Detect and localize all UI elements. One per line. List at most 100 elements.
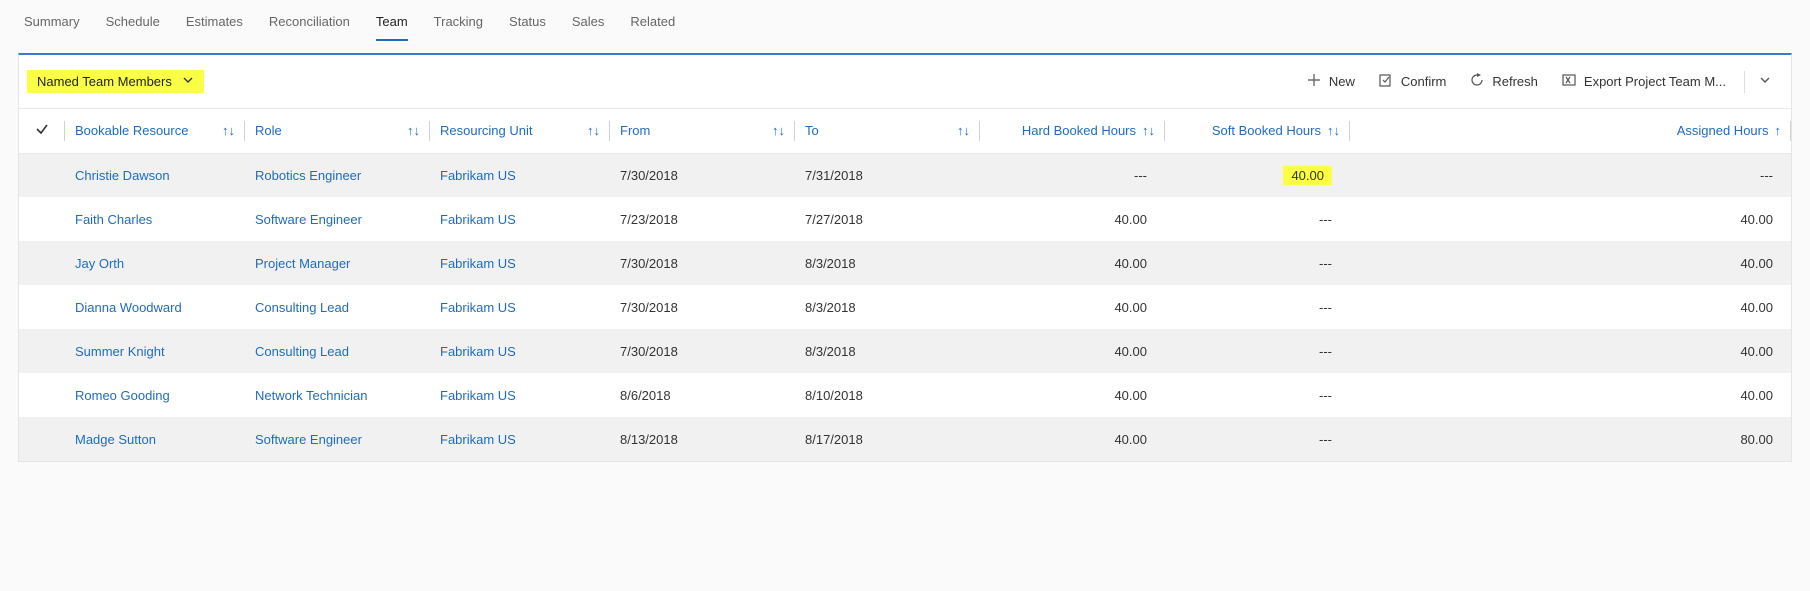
- col-from-label: From: [620, 123, 650, 138]
- export-button[interactable]: Export Project Team M...: [1550, 69, 1738, 94]
- tab-related[interactable]: Related: [630, 10, 675, 41]
- new-button[interactable]: New: [1295, 69, 1367, 94]
- col-role[interactable]: Role ↑↓: [245, 109, 430, 153]
- col-assigned-label: Assigned Hours: [1677, 123, 1769, 138]
- cell-hard: ---: [980, 153, 1165, 197]
- sort-icon: ↑: [1769, 123, 1782, 138]
- cell-unit[interactable]: Fabrikam US: [430, 241, 610, 285]
- cell-role[interactable]: Robotics Engineer: [245, 153, 430, 197]
- col-role-label: Role: [255, 123, 282, 138]
- cell-to: 7/27/2018: [795, 197, 980, 241]
- sort-icon: ↑↓: [766, 123, 785, 138]
- cell-to: 8/3/2018: [795, 329, 980, 373]
- cell-resource[interactable]: Jay Orth: [65, 241, 245, 285]
- table-row[interactable]: Dianna WoodwardConsulting LeadFabrikam U…: [19, 285, 1791, 329]
- confirm-label: Confirm: [1401, 74, 1447, 89]
- tab-team[interactable]: Team: [376, 10, 408, 41]
- cell-hard: 40.00: [980, 285, 1165, 329]
- col-unit[interactable]: Resourcing Unit ↑↓: [430, 109, 610, 153]
- cell-to: 8/3/2018: [795, 285, 980, 329]
- col-to[interactable]: To ↑↓: [795, 109, 980, 153]
- table-row[interactable]: Faith CharlesSoftware EngineerFabrikam U…: [19, 197, 1791, 241]
- sort-icon: ↑↓: [1136, 123, 1155, 138]
- cell-unit[interactable]: Fabrikam US: [430, 373, 610, 417]
- sort-icon: ↑↓: [216, 123, 235, 138]
- cell-hard: 40.00: [980, 329, 1165, 373]
- cell-to: 8/10/2018: [795, 373, 980, 417]
- col-hard[interactable]: Hard Booked Hours ↑↓: [980, 109, 1165, 153]
- tab-sales[interactable]: Sales: [572, 10, 605, 41]
- excel-icon: [1562, 73, 1576, 90]
- table-row[interactable]: Jay OrthProject ManagerFabrikam US7/30/2…: [19, 241, 1791, 285]
- cell-from: 7/30/2018: [610, 329, 795, 373]
- cell-role[interactable]: Consulting Lead: [245, 285, 430, 329]
- cell-role[interactable]: Project Manager: [245, 241, 430, 285]
- cell-assigned: 40.00: [1350, 329, 1791, 373]
- tab-status[interactable]: Status: [509, 10, 546, 41]
- col-resource[interactable]: Bookable Resource ↑↓: [65, 109, 245, 153]
- cell-role[interactable]: Software Engineer: [245, 417, 430, 461]
- cell-unit[interactable]: Fabrikam US: [430, 285, 610, 329]
- cell-unit[interactable]: Fabrikam US: [430, 329, 610, 373]
- plus-icon: [1307, 73, 1321, 90]
- cell-soft: ---: [1165, 241, 1350, 285]
- row-select[interactable]: [19, 329, 65, 373]
- cell-hard: 40.00: [980, 373, 1165, 417]
- refresh-button[interactable]: Refresh: [1458, 69, 1550, 94]
- tab-reconciliation[interactable]: Reconciliation: [269, 10, 350, 41]
- cell-role[interactable]: Network Technician: [245, 373, 430, 417]
- cell-assigned: 40.00: [1350, 285, 1791, 329]
- chevron-down-icon: [1759, 74, 1771, 89]
- team-grid: Bookable Resource ↑↓ Role ↑↓ Resourcing …: [19, 109, 1791, 461]
- tab-strip: Summary Schedule Estimates Reconciliation Te…: [0, 0, 1810, 41]
- toolbar: Named Team Members New Confirm Refresh: [19, 55, 1791, 109]
- col-soft[interactable]: Soft Booked Hours ↑↓: [1165, 109, 1350, 153]
- sort-icon: ↑↓: [1321, 123, 1340, 138]
- cell-soft: ---: [1165, 197, 1350, 241]
- cell-assigned: 40.00: [1350, 373, 1791, 417]
- confirm-button[interactable]: Confirm: [1367, 69, 1459, 94]
- cell-assigned: 80.00: [1350, 417, 1791, 461]
- header-row: Bookable Resource ↑↓ Role ↑↓ Resourcing …: [19, 109, 1791, 153]
- cell-unit[interactable]: Fabrikam US: [430, 417, 610, 461]
- col-from[interactable]: From ↑↓: [610, 109, 795, 153]
- tab-tracking[interactable]: Tracking: [434, 10, 483, 41]
- cell-role[interactable]: Consulting Lead: [245, 329, 430, 373]
- more-commands-button[interactable]: [1751, 70, 1779, 93]
- cell-resource[interactable]: Christie Dawson: [65, 153, 245, 197]
- table-row[interactable]: Christie DawsonRobotics EngineerFabrikam…: [19, 153, 1791, 197]
- row-select[interactable]: [19, 197, 65, 241]
- cell-resource[interactable]: Dianna Woodward: [65, 285, 245, 329]
- cell-to: 8/17/2018: [795, 417, 980, 461]
- refresh-label: Refresh: [1492, 74, 1538, 89]
- row-select[interactable]: [19, 153, 65, 197]
- cell-resource[interactable]: Romeo Gooding: [65, 373, 245, 417]
- cell-role[interactable]: Software Engineer: [245, 197, 430, 241]
- tab-schedule[interactable]: Schedule: [106, 10, 160, 41]
- select-all-header[interactable]: [19, 109, 65, 153]
- col-unit-label: Resourcing Unit: [440, 123, 533, 138]
- cell-resource[interactable]: Madge Sutton: [65, 417, 245, 461]
- cell-to: 7/31/2018: [795, 153, 980, 197]
- tab-estimates[interactable]: Estimates: [186, 10, 243, 41]
- table-row[interactable]: Madge SuttonSoftware EngineerFabrikam US…: [19, 417, 1791, 461]
- view-selector[interactable]: Named Team Members: [27, 70, 204, 93]
- cell-resource[interactable]: Summer Knight: [65, 329, 245, 373]
- cell-unit[interactable]: Fabrikam US: [430, 153, 610, 197]
- tab-summary[interactable]: Summary: [24, 10, 80, 41]
- cell-soft: ---: [1165, 285, 1350, 329]
- cell-assigned: ---: [1350, 153, 1791, 197]
- table-row[interactable]: Romeo GoodingNetwork TechnicianFabrikam …: [19, 373, 1791, 417]
- new-label: New: [1329, 74, 1355, 89]
- row-select[interactable]: [19, 285, 65, 329]
- team-panel: Named Team Members New Confirm Refresh: [18, 53, 1792, 462]
- cell-unit[interactable]: Fabrikam US: [430, 197, 610, 241]
- row-select[interactable]: [19, 241, 65, 285]
- row-select[interactable]: [19, 417, 65, 461]
- cell-resource[interactable]: Faith Charles: [65, 197, 245, 241]
- cell-from: 7/23/2018: [610, 197, 795, 241]
- col-assigned[interactable]: Assigned Hours ↑: [1350, 109, 1791, 153]
- cell-soft: ---: [1165, 373, 1350, 417]
- row-select[interactable]: [19, 373, 65, 417]
- table-row[interactable]: Summer KnightConsulting LeadFabrikam US7…: [19, 329, 1791, 373]
